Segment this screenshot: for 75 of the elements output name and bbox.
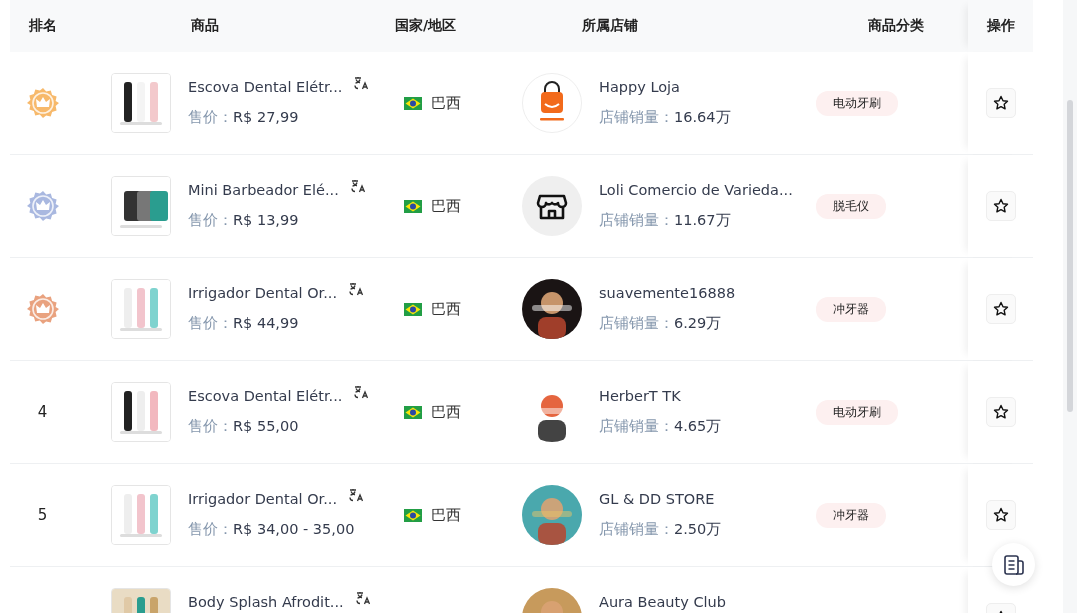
shopping-bag-logo-icon	[522, 73, 582, 133]
store-name[interactable]: suavemente16888	[599, 282, 736, 304]
translate-icon[interactable]	[349, 488, 364, 502]
favorite-button[interactable]	[985, 88, 1016, 118]
flag-icon	[404, 199, 422, 213]
category-tag: 冲牙器	[816, 502, 886, 528]
translate-icon[interactable]	[354, 76, 369, 90]
category-tag: 冲牙器	[816, 296, 886, 322]
column-header: 排名	[28, 17, 57, 35]
translate-icon[interactable]	[355, 591, 370, 605]
price: R$ 13,99	[233, 211, 299, 230]
column-header: 商品分类	[868, 17, 924, 35]
product-name[interactable]: Mini Barbeador Elé...	[188, 179, 339, 201]
column-header: 操作	[986, 17, 1015, 35]
product-name[interactable]: Body Splash Afrodit...	[188, 591, 344, 613]
country-name: 巴西	[431, 196, 461, 216]
product-name[interactable]: Irrigador Dental Or...	[188, 488, 338, 510]
star-icon	[992, 95, 1009, 111]
star-icon	[992, 301, 1009, 317]
translate-icon[interactable]	[350, 179, 365, 193]
flag-icon	[404, 508, 422, 522]
sales-label: 店铺销量：	[599, 417, 674, 436]
store-sales: 2.50万	[674, 520, 722, 539]
column-header: 商品	[191, 17, 219, 35]
price-label: 售价：	[188, 211, 233, 230]
store-name[interactable]: HerberT TK	[599, 385, 722, 407]
column-header: 国家/地区	[395, 17, 457, 35]
product-name[interactable]: Escova Dental Elétr...	[188, 385, 343, 407]
favorite-button[interactable]	[985, 294, 1016, 324]
rank-number: 4	[37, 403, 48, 421]
product-name[interactable]: Escova Dental Elétr...	[188, 76, 343, 98]
price-label: 售价：	[188, 417, 233, 436]
rank-number: 5	[37, 506, 48, 524]
sales-label: 店铺销量：	[599, 314, 674, 333]
favorite-button[interactable]	[985, 397, 1016, 427]
flag-icon	[404, 96, 422, 110]
price: R$ 44,99	[233, 314, 299, 333]
price-label: 售价：	[188, 314, 233, 333]
country-name: 巴西	[431, 299, 461, 319]
translate-icon[interactable]	[349, 282, 364, 296]
store-name[interactable]: Happy Loja	[599, 76, 731, 98]
country-name: 巴西	[431, 93, 461, 113]
store-name[interactable]: Aura Beauty Club	[599, 591, 726, 613]
store-name[interactable]: GL & DD STORE	[599, 488, 722, 510]
star-icon	[992, 404, 1009, 420]
category-tag: 电动牙刷	[816, 399, 898, 425]
favorite-button[interactable]	[985, 500, 1016, 530]
sales-label: 店铺销量：	[599, 520, 674, 539]
store-sales: 16.64万	[674, 108, 731, 127]
country-name: 巴西	[431, 402, 461, 422]
store-icon	[522, 176, 582, 236]
scrollbar-thumb[interactable]	[1067, 100, 1073, 412]
price: R$ 55,00	[233, 417, 299, 436]
category-tag: 脱毛仪	[816, 193, 886, 219]
sales-label: 店铺销量：	[599, 108, 674, 127]
price: R$ 27,99	[233, 108, 299, 127]
column-header: 所属店铺	[582, 17, 638, 35]
store-sales: 4.65万	[674, 417, 722, 436]
product-name[interactable]: Irrigador Dental Or...	[188, 282, 338, 304]
store-sales: 6.29万	[674, 314, 722, 333]
price-label: 售价：	[188, 108, 233, 127]
price-label: 售价：	[188, 520, 233, 539]
category-tag: 电动牙刷	[816, 90, 898, 116]
flag-icon	[404, 302, 422, 316]
favorite-button[interactable]	[985, 191, 1016, 221]
store-sales: 11.67万	[674, 211, 731, 230]
flag-icon	[404, 405, 422, 419]
price: R$ 34,00 - 35,00	[233, 520, 355, 539]
star-icon	[992, 507, 1009, 523]
translate-icon[interactable]	[354, 385, 369, 399]
sales-label: 店铺销量：	[599, 211, 674, 230]
country-name: 巴西	[431, 505, 461, 525]
star-icon	[992, 198, 1009, 214]
document-icon	[1002, 553, 1025, 576]
store-name[interactable]: Loli Comercio de Varieda...	[599, 179, 793, 201]
